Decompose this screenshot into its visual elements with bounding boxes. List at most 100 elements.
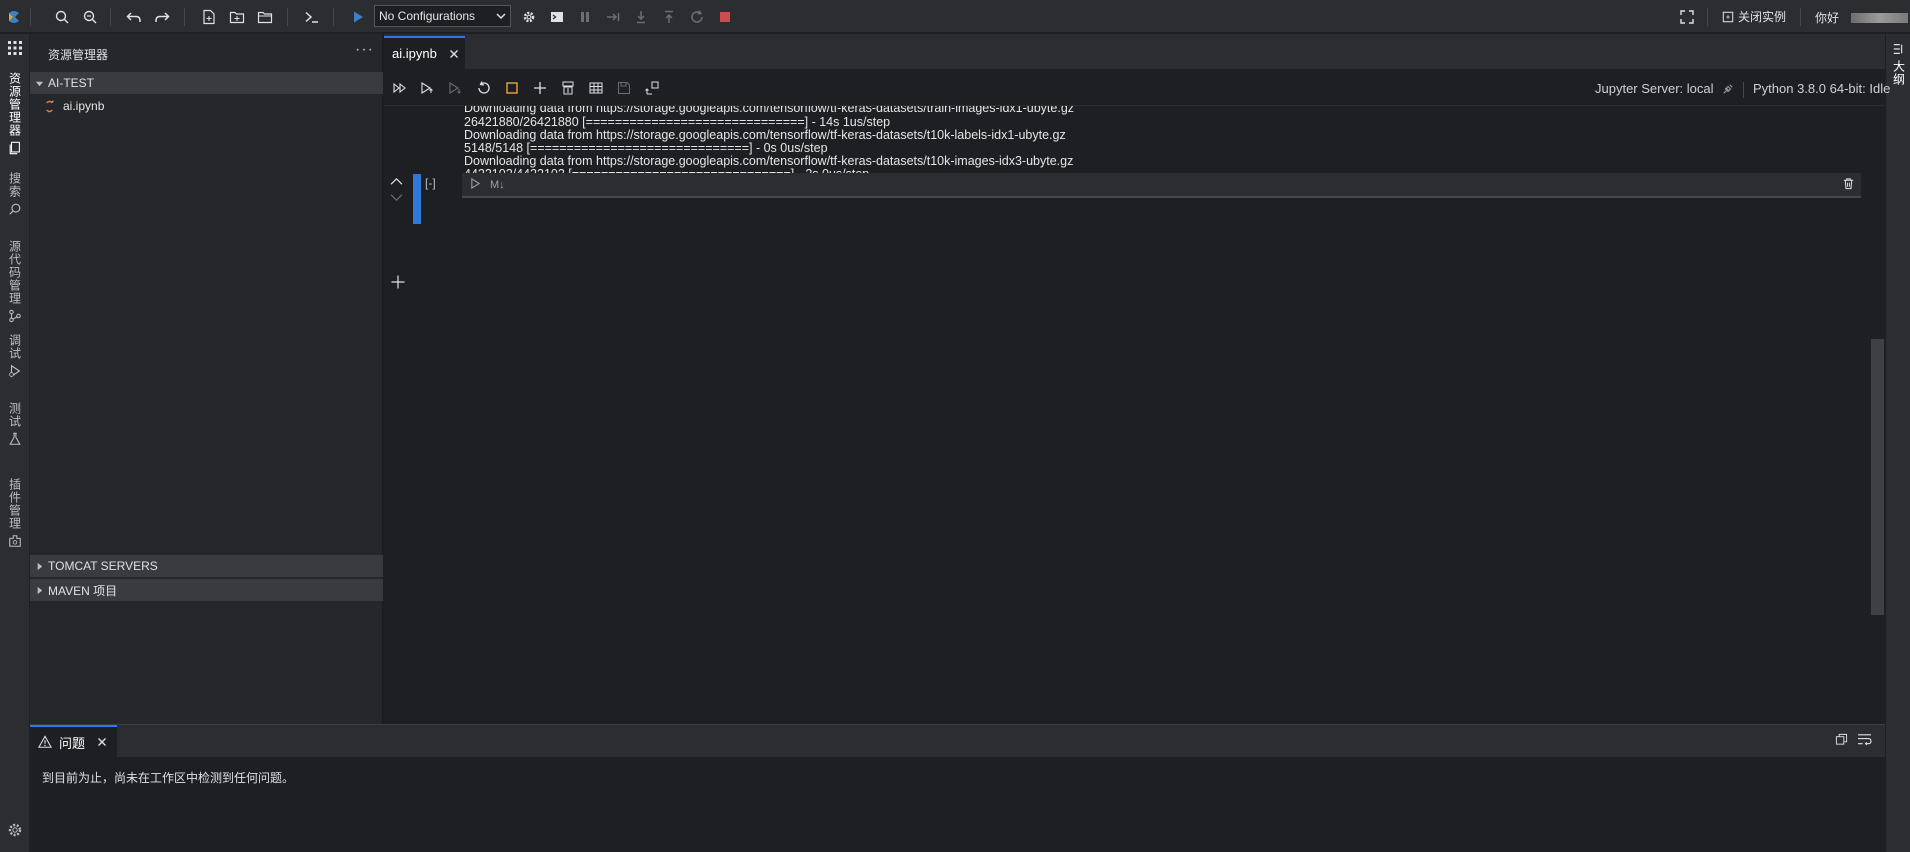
close-icon[interactable]: [449, 49, 459, 59]
source-control-icon: [9, 309, 21, 323]
jupyter-server-status[interactable]: Jupyter Server: local: [1595, 81, 1734, 96]
clear-outputs-icon[interactable]: [559, 79, 577, 97]
file-item-ai-ipynb[interactable]: ai.ipynb: [30, 95, 383, 117]
activity-search[interactable]: 搜索: [4, 172, 26, 216]
kernel-selector[interactable]: Python 3.8.0 64-bit: Idle: [1743, 81, 1890, 96]
activity-test-label: 测试: [7, 402, 22, 428]
save-icon[interactable]: [615, 79, 633, 97]
files-icon: [9, 141, 20, 155]
stop-icon[interactable]: [715, 7, 735, 27]
zoom-search-icon[interactable]: [80, 7, 100, 27]
debug-icon: [9, 364, 21, 378]
search-icon[interactable]: [52, 7, 72, 27]
activity-manage[interactable]: [4, 822, 26, 838]
plug-icon: [1722, 83, 1733, 94]
undo-icon[interactable]: [124, 7, 144, 27]
explorer-panel: 资源管理器 ··· AI-TEST ai.ipynb TOMCAT SERVER…: [30, 34, 383, 724]
apps-grid-button[interactable]: [4, 40, 26, 56]
problems-tab-label: 问题: [59, 735, 86, 751]
greeting-text: 你好: [1815, 11, 1840, 25]
new-folder-icon[interactable]: [227, 7, 247, 27]
interrupt-kernel-icon[interactable]: [503, 79, 521, 97]
step-into-icon[interactable]: [631, 7, 651, 27]
terminal-icon[interactable]: [302, 7, 322, 27]
activity-scm-label: 源代码管理: [7, 240, 22, 305]
output-line: Downloading data from https://storage.go…: [464, 154, 1074, 168]
add-cell-icon[interactable]: [531, 79, 549, 97]
restart-kernel-icon[interactable]: [475, 79, 493, 97]
project-section-header[interactable]: AI-TEST: [30, 72, 383, 94]
new-file-icon[interactable]: [199, 7, 219, 27]
close-icon[interactable]: [97, 737, 107, 747]
activity-extensions[interactable]: 插件管理: [4, 478, 26, 548]
variables-icon[interactable]: [587, 79, 605, 97]
export-icon[interactable]: [643, 79, 661, 97]
explorer-title: 资源管理器: [48, 48, 109, 62]
username-redacted: [1851, 13, 1908, 23]
tab-ai-ipynb[interactable]: ai.ipynb: [384, 36, 465, 69]
flask-icon: [9, 432, 21, 445]
problems-empty-message: 到目前为止，尚未在工作区中检测到任何问题。: [42, 771, 295, 785]
run-configuration-select[interactable]: No Configurations: [374, 5, 511, 27]
editor-tabstrip: ai.ipynb: [384, 34, 1885, 69]
cell-output: Downloading data from https://storage.go…: [464, 106, 1844, 236]
output-line: 26421880/26421880 [=====================…: [464, 115, 891, 129]
jupyter-server-label: Jupyter Server: local: [1595, 81, 1714, 96]
output-line: Downloading data from https://storage.go…: [464, 106, 1075, 115]
restore-panel-icon[interactable]: [1835, 733, 1848, 746]
move-cell-down-icon[interactable]: [390, 193, 403, 202]
console-icon[interactable]: [547, 7, 567, 27]
editor-area: ai.ipynb Jupyter Server: local Python 3.…: [384, 34, 1890, 724]
settings-gear-icon: [8, 823, 22, 837]
activity-debug-label: 调试: [7, 334, 22, 360]
explorer-more-button[interactable]: ···: [355, 41, 374, 59]
step-out-icon[interactable]: [659, 7, 679, 27]
markdown-cell[interactable]: M↓: [462, 173, 1861, 198]
maven-section-label: MAVEN 项目: [48, 583, 118, 598]
cell-type-label: M↓: [490, 179, 505, 191]
panel-tabbar: 问题: [30, 725, 1885, 757]
warning-icon: [38, 735, 52, 748]
maven-section-header[interactable]: MAVEN 项目: [30, 579, 383, 601]
add-cell-button[interactable]: [390, 274, 406, 290]
close-instance-button[interactable]: 关闭实例: [1722, 8, 1786, 25]
run-configuration-value: No Configurations: [379, 9, 476, 23]
apps-grid-icon: [8, 41, 22, 55]
output-line: 5148/5148 [=============================…: [464, 141, 828, 155]
delete-cell-icon[interactable]: [1842, 177, 1855, 190]
run-below-icon[interactable]: [447, 79, 465, 97]
open-folder-icon[interactable]: [255, 7, 275, 27]
right-activity-bar: 大纲: [1885, 34, 1910, 852]
tomcat-section-label: TOMCAT SERVERS: [48, 559, 158, 573]
run-icon[interactable]: [348, 7, 368, 27]
fullscreen-icon[interactable]: [1677, 7, 1697, 27]
activity-test[interactable]: 测试: [4, 402, 26, 446]
activity-outline[interactable]: 大纲: [1888, 42, 1910, 86]
plus-icon: [391, 275, 405, 289]
app-logo-icon: [4, 7, 24, 27]
activity-debug[interactable]: 调试: [4, 334, 26, 378]
activity-search-label: 搜索: [7, 172, 22, 198]
jupyter-file-icon: [46, 100, 54, 112]
activity-source-control[interactable]: 源代码管理: [4, 240, 26, 323]
settings-gear-icon[interactable]: [519, 7, 539, 27]
run-all-icon[interactable]: [391, 79, 409, 97]
close-instance-icon: [1722, 11, 1734, 22]
run-cell-icon[interactable]: [470, 178, 481, 189]
activity-explorer[interactable]: 资源管理器: [4, 72, 26, 155]
tab-label: ai.ipynb: [392, 46, 437, 61]
restart-icon[interactable]: [687, 7, 707, 27]
redo-icon[interactable]: [152, 7, 172, 27]
pause-icon[interactable]: [575, 7, 595, 27]
move-cell-up-icon[interactable]: [390, 177, 403, 186]
editor-scrollbar-thumb[interactable]: [1871, 339, 1884, 615]
step-over-icon[interactable]: [603, 7, 623, 27]
word-wrap-icon[interactable]: [1857, 733, 1872, 746]
run-above-icon[interactable]: [419, 79, 437, 97]
tomcat-section-header[interactable]: TOMCAT SERVERS: [30, 555, 383, 577]
file-name: ai.ipynb: [63, 99, 105, 113]
chevron-down-icon: [496, 13, 506, 20]
tab-problems[interactable]: 问题: [30, 725, 117, 757]
chevron-right-icon: [30, 586, 48, 595]
activity-explorer-label: 资源管理器: [7, 72, 22, 137]
